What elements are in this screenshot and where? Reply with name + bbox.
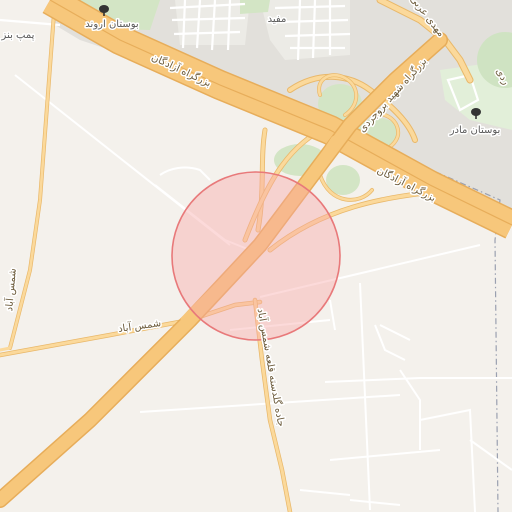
green-area <box>240 0 270 14</box>
map-canvas[interactable]: بزرگراه آزادگان بزرگراه آزادگان بزرگراه … <box>0 0 512 512</box>
pomp-benzin-label: پمپ بنز <box>1 30 35 41</box>
mofid-label: مفید <box>268 14 287 25</box>
map-view[interactable]: بزرگراه آزادگان بزرگراه آزادگان بزرگراه … <box>0 0 512 512</box>
park-madar-label: بوستان مادر <box>449 125 501 136</box>
park-arvand-label: بوستان اروند <box>85 19 138 30</box>
